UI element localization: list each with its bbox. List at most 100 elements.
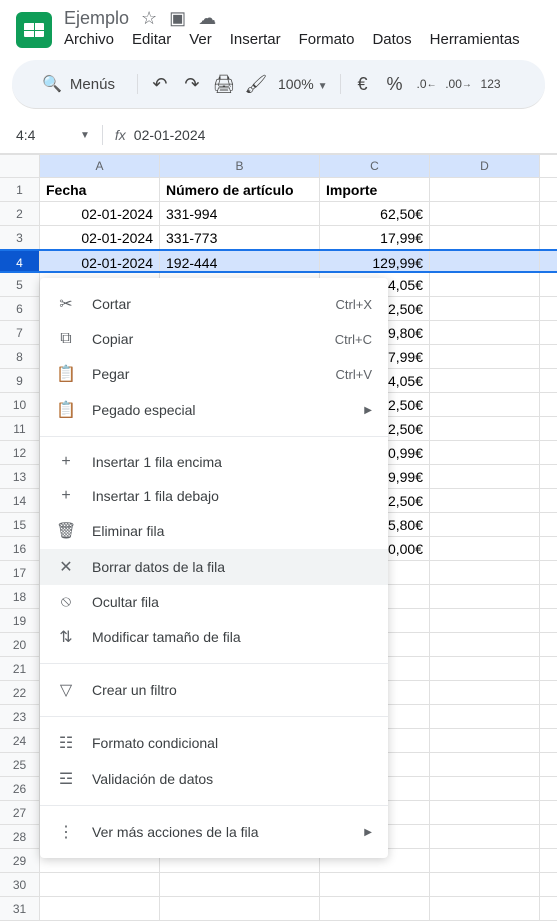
cell[interactable] (430, 585, 540, 608)
cell[interactable] (430, 178, 540, 201)
col-header[interactable]: D (430, 155, 540, 177)
cell[interactable] (430, 873, 540, 896)
cell[interactable] (430, 633, 540, 656)
cell[interactable] (430, 297, 540, 320)
row-header[interactable]: 7 (0, 321, 40, 344)
ctx-clear-row[interactable]: ✕ Borrar datos de la fila (40, 549, 388, 585)
ctx-insert-below[interactable]: + Insertar 1 fila debajo (40, 479, 388, 513)
ctx-create-filter[interactable]: ▽ Crear un filtro (40, 672, 388, 708)
menu-item[interactable]: Editar (132, 31, 171, 48)
row-header[interactable]: 1 (0, 178, 40, 201)
cell[interactable]: 02-01-2024 (40, 202, 160, 225)
row-header[interactable]: 24 (0, 729, 40, 752)
row-header[interactable]: 17 (0, 561, 40, 584)
percent-button[interactable]: % (381, 70, 409, 98)
cell[interactable] (430, 537, 540, 560)
cell[interactable] (430, 441, 540, 464)
cell[interactable]: 129,99€ (320, 251, 430, 271)
menu-item[interactable]: Formato (299, 31, 355, 48)
increase-decimal-button[interactable]: .00→ (445, 70, 473, 98)
menu-item[interactable]: Datos (372, 31, 411, 48)
menu-item[interactable]: Ver (189, 31, 212, 48)
cell[interactable] (430, 417, 540, 440)
row-header[interactable]: 31 (0, 897, 40, 920)
decrease-decimal-button[interactable]: .0← (413, 70, 441, 98)
cell[interactable] (430, 705, 540, 728)
row-header[interactable]: 5 (0, 273, 40, 296)
cell[interactable] (160, 873, 320, 896)
ctx-conditional-format[interactable]: ☷ Formato condicional (40, 725, 388, 761)
cell[interactable] (430, 681, 540, 704)
row-header[interactable]: 19 (0, 609, 40, 632)
cell[interactable] (430, 273, 540, 296)
select-all-corner[interactable] (0, 155, 40, 177)
row-header[interactable]: 20 (0, 633, 40, 656)
cell[interactable] (430, 251, 540, 271)
cell[interactable] (320, 873, 430, 896)
row-header[interactable]: 18 (0, 585, 40, 608)
doc-title[interactable]: Ejemplo (64, 8, 129, 29)
more-formats-button[interactable]: 123 (477, 70, 505, 98)
row-header[interactable]: 12 (0, 441, 40, 464)
row-header[interactable]: 25 (0, 753, 40, 776)
star-icon[interactable]: ☆ (141, 8, 157, 29)
cell[interactable]: 192-444 (160, 251, 320, 271)
cell[interactable] (320, 897, 430, 920)
zoom-select[interactable]: 100% ▼ (274, 76, 332, 92)
row-header[interactable]: 21 (0, 657, 40, 680)
col-header[interactable]: B (160, 155, 320, 177)
row-header[interactable]: 6 (0, 297, 40, 320)
ctx-paste-special[interactable]: 📋 Pegado especial ▶ (40, 392, 388, 428)
print-button[interactable]: 🖨 (210, 70, 238, 98)
cell[interactable] (430, 753, 540, 776)
menu-item[interactable]: Archivo (64, 31, 114, 48)
cell[interactable]: 02-01-2024 (40, 251, 160, 271)
cloud-icon[interactable]: ☁ (198, 8, 216, 29)
sheets-logo[interactable] (16, 12, 52, 48)
paint-format-button[interactable]: 🖌 (242, 70, 270, 98)
cell[interactable]: 02-01-2024 (40, 226, 160, 249)
row-header[interactable]: 13 (0, 465, 40, 488)
cell[interactable] (430, 345, 540, 368)
cell[interactable]: Importe (320, 178, 430, 201)
cell[interactable] (430, 801, 540, 824)
cell[interactable] (430, 489, 540, 512)
cell[interactable] (430, 825, 540, 848)
row-header[interactable]: 8 (0, 345, 40, 368)
cell[interactable] (40, 897, 160, 920)
row-header[interactable]: 28 (0, 825, 40, 848)
undo-button[interactable]: ↶ (146, 70, 174, 98)
name-box[interactable]: 4:4 (12, 123, 72, 147)
cell[interactable] (430, 657, 540, 680)
ctx-data-validation[interactable]: ☲ Validación de datos (40, 761, 388, 797)
cell[interactable] (430, 897, 540, 920)
chevron-down-icon[interactable]: ▼ (80, 130, 90, 141)
row-header[interactable]: 27 (0, 801, 40, 824)
cell[interactable] (430, 561, 540, 584)
cell[interactable] (430, 369, 540, 392)
redo-button[interactable]: ↷ (178, 70, 206, 98)
cell[interactable] (430, 513, 540, 536)
cell[interactable] (430, 226, 540, 249)
row-header[interactable]: 26 (0, 777, 40, 800)
row-header[interactable]: 30 (0, 873, 40, 896)
cell[interactable] (430, 777, 540, 800)
row-header[interactable]: 16 (0, 537, 40, 560)
cell[interactable] (430, 609, 540, 632)
ctx-paste[interactable]: 📋 Pegar Ctrl+V (40, 356, 388, 392)
menu-item[interactable]: Insertar (230, 31, 281, 48)
col-header[interactable]: C (320, 155, 430, 177)
cell[interactable]: Fecha (40, 178, 160, 201)
menu-item[interactable]: Herramientas (430, 31, 520, 48)
row-header[interactable]: 11 (0, 417, 40, 440)
row-header[interactable]: 9 (0, 369, 40, 392)
ctx-more-actions[interactable]: ⋮ Ver más acciones de la fila ▶ (40, 814, 388, 850)
cell[interactable] (40, 873, 160, 896)
cell[interactable] (430, 465, 540, 488)
currency-button[interactable]: € (349, 70, 377, 98)
cell[interactable]: Número de artículo (160, 178, 320, 201)
menu-search[interactable]: 🔍 Menús (28, 66, 129, 102)
row-header[interactable]: 2 (0, 202, 40, 225)
row-header[interactable]: 22 (0, 681, 40, 704)
cell[interactable]: 331-994 (160, 202, 320, 225)
